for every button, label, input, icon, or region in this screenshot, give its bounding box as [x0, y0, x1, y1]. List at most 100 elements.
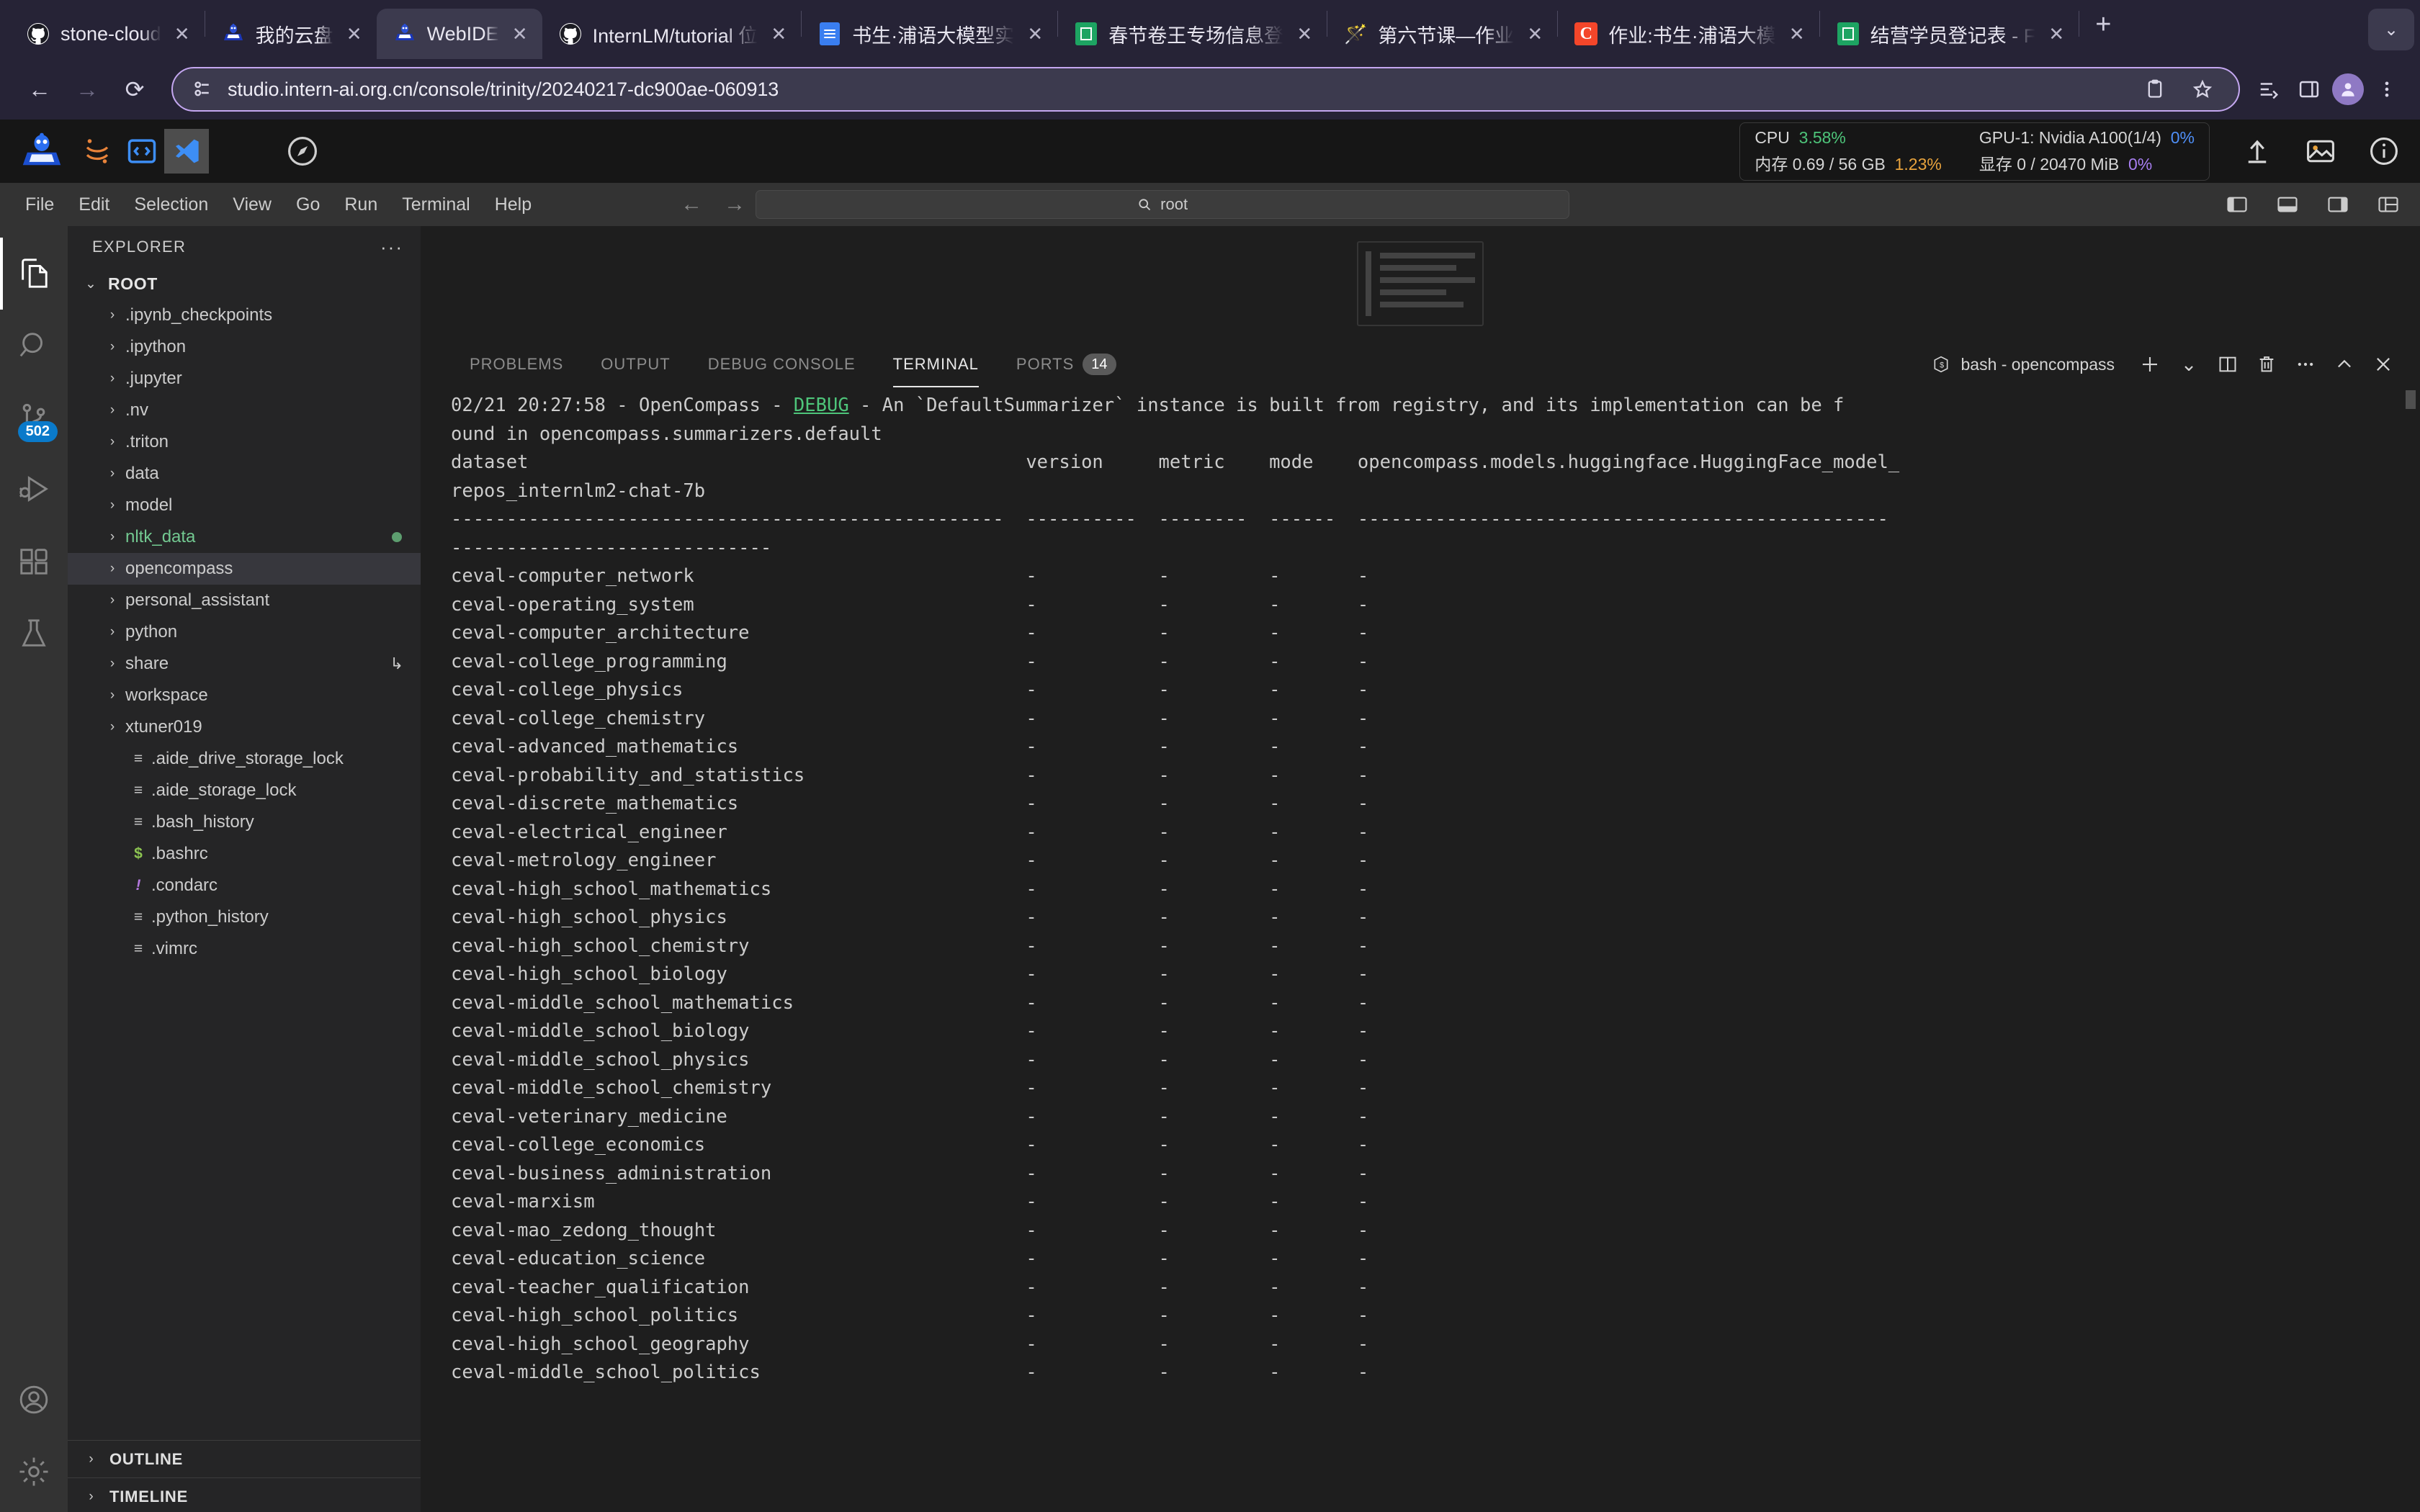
browser-tab-0[interactable]: stone-cloud ✕: [10, 9, 205, 59]
go-forward-icon[interactable]: →: [724, 192, 745, 217]
outline-section-header[interactable]: › OUTLINE: [68, 1440, 421, 1477]
browser-tab-3[interactable]: InternLM/tutorial 位 ✕: [542, 9, 802, 59]
tree-item-nv[interactable]: › .nv: [68, 395, 421, 426]
tab-close-icon[interactable]: ✕: [2045, 24, 2067, 43]
tree-item-workspace[interactable]: › workspace: [68, 680, 421, 711]
tab-output[interactable]: OUTPUT: [582, 341, 689, 387]
menu-edit[interactable]: Edit: [66, 195, 122, 214]
reload-button[interactable]: ⟳: [114, 68, 156, 110]
sidebar-item-settings[interactable]: [0, 1436, 68, 1508]
sidebar-item-search[interactable]: [0, 310, 68, 382]
tab-close-icon[interactable]: ✕: [1786, 24, 1808, 43]
terminal-tab-entry[interactable]: $ bash - opencompass: [1932, 355, 2115, 374]
split-terminal-icon[interactable]: [2208, 345, 2247, 384]
reading-list-icon[interactable]: [2251, 72, 2286, 107]
side-panel-icon[interactable]: [2292, 72, 2326, 107]
tree-item-python-history[interactable]: ≡ .python_history: [68, 901, 421, 933]
tree-item-triton[interactable]: › .triton: [68, 426, 421, 458]
menu-selection[interactable]: Selection: [122, 195, 220, 214]
app-jupyter-icon[interactable]: [75, 129, 120, 174]
tab-problems[interactable]: PROBLEMS: [451, 341, 582, 387]
tab-overflow-button[interactable]: ⌄: [2368, 9, 2414, 50]
kill-terminal-icon[interactable]: [2247, 345, 2286, 384]
toggle-secondary-sidebar-icon[interactable]: [2321, 187, 2355, 222]
sidebar-item-extensions[interactable]: [0, 526, 68, 598]
compass-icon[interactable]: [281, 130, 324, 173]
menu-view[interactable]: View: [220, 195, 284, 214]
new-terminal-icon[interactable]: [2130, 345, 2169, 384]
image-icon[interactable]: [2303, 134, 2338, 168]
tree-item-aide-storage-lock[interactable]: ≡ .aide_storage_lock: [68, 775, 421, 806]
sidebar-item-source-control[interactable]: 502: [0, 382, 68, 454]
tree-item-data[interactable]: › data: [68, 458, 421, 490]
scrollbar-thumb[interactable]: [2406, 390, 2416, 409]
bookmark-star-icon[interactable]: [2185, 72, 2220, 107]
tab-ports[interactable]: PORTS: [998, 341, 1093, 387]
menu-help[interactable]: Help: [483, 195, 544, 214]
forward-button[interactable]: →: [66, 68, 108, 110]
menu-terminal[interactable]: Terminal: [390, 195, 482, 214]
tab-close-icon[interactable]: ✕: [1524, 24, 1546, 43]
tree-item-bashrc[interactable]: $ .bashrc: [68, 838, 421, 870]
new-tab-button[interactable]: +: [2079, 11, 2127, 48]
close-panel-icon[interactable]: [2364, 345, 2403, 384]
tree-item-model[interactable]: › model: [68, 490, 421, 521]
upload-icon[interactable]: [2240, 134, 2275, 168]
browser-tab-6[interactable]: 🪄 第六节课—作业 ✕: [1327, 9, 1557, 59]
tree-item-personal-assistant[interactable]: › personal_assistant: [68, 585, 421, 616]
more-actions-icon[interactable]: ···: [380, 236, 403, 258]
go-back-icon[interactable]: ←: [681, 192, 702, 217]
browser-tab-2-active[interactable]: WebIDE ✕: [376, 9, 542, 59]
tree-item-ipython[interactable]: › .ipython: [68, 331, 421, 363]
tree-item-jupyter[interactable]: › .jupyter: [68, 363, 421, 395]
tree-item-bash-history[interactable]: ≡ .bash_history: [68, 806, 421, 838]
share-icon[interactable]: [2138, 72, 2172, 107]
menu-file[interactable]: File: [13, 195, 66, 214]
sidebar-item-testing[interactable]: [0, 598, 68, 670]
tree-item-condarc[interactable]: ! .condarc: [68, 870, 421, 901]
tree-item-aide-drive-storage-lock[interactable]: ≡ .aide_drive_storage_lock: [68, 743, 421, 775]
tab-close-icon[interactable]: ✕: [1024, 24, 1046, 43]
terminal-output[interactable]: 02/21 20:27:58 - OpenCompass - DEBUG - A…: [421, 387, 2420, 1512]
tab-terminal[interactable]: TERMINAL: [874, 341, 998, 387]
browser-tab-7[interactable]: C 作业:书生·浦语大模 ✕: [1558, 9, 1819, 59]
more-icon[interactable]: [2286, 345, 2325, 384]
terminal-scrollbar[interactable]: [2404, 387, 2417, 1512]
app-code-icon[interactable]: [120, 129, 164, 174]
tab-debug-console[interactable]: DEBUG CONSOLE: [689, 341, 874, 387]
menu-run[interactable]: Run: [332, 195, 390, 214]
tree-item-python[interactable]: › python: [68, 616, 421, 648]
info-icon[interactable]: [2367, 134, 2401, 168]
timeline-section-header[interactable]: › TIMELINE: [68, 1477, 421, 1512]
address-bar[interactable]: studio.intern-ai.org.cn/console/trinity/…: [171, 67, 2240, 112]
tree-item-ipynb-checkpoints[interactable]: › .ipynb_checkpoints: [68, 300, 421, 331]
tab-close-icon[interactable]: ✕: [509, 24, 531, 43]
toggle-primary-sidebar-icon[interactable]: [2220, 187, 2254, 222]
tab-close-icon[interactable]: ✕: [344, 24, 365, 43]
sidebar-item-accounts[interactable]: [0, 1364, 68, 1436]
customize-layout-icon[interactable]: [2371, 187, 2406, 222]
tab-close-icon[interactable]: ✕: [1294, 24, 1315, 43]
maximize-panel-icon[interactable]: [2325, 345, 2364, 384]
tree-item-xtuner019[interactable]: › xtuner019: [68, 711, 421, 743]
command-center[interactable]: root: [756, 190, 1570, 219]
tree-item-nltk-data[interactable]: › nltk_data: [68, 521, 421, 553]
browser-tab-1[interactable]: 我的云盘 ✕: [205, 9, 377, 59]
sidebar-item-run-and-debug[interactable]: [0, 454, 68, 526]
browser-tab-5[interactable]: 春节卷王专场信息登 ✕: [1058, 9, 1327, 59]
toggle-panel-icon[interactable]: [2270, 187, 2305, 222]
explorer-root-row[interactable]: ⌄ ROOT: [68, 268, 421, 300]
back-button[interactable]: ←: [19, 68, 60, 110]
menu-go[interactable]: Go: [284, 195, 332, 214]
sidebar-item-explorer[interactable]: [0, 238, 68, 310]
chevron-down-icon[interactable]: ⌄: [2169, 345, 2208, 384]
tree-item-share[interactable]: › share ↳: [68, 648, 421, 680]
app-vscode-icon[interactable]: [164, 129, 209, 174]
tab-close-icon[interactable]: ✕: [171, 24, 193, 43]
browser-tab-8[interactable]: 结营学员登记表 - F ✕: [1820, 9, 2079, 59]
tab-close-icon[interactable]: ✕: [768, 24, 789, 43]
tree-item-vimrc[interactable]: ≡ .vimrc: [68, 933, 421, 965]
tree-item-opencompass[interactable]: › opencompass: [68, 553, 421, 585]
avatar[interactable]: [2332, 73, 2364, 105]
site-info-icon[interactable]: [192, 78, 213, 100]
